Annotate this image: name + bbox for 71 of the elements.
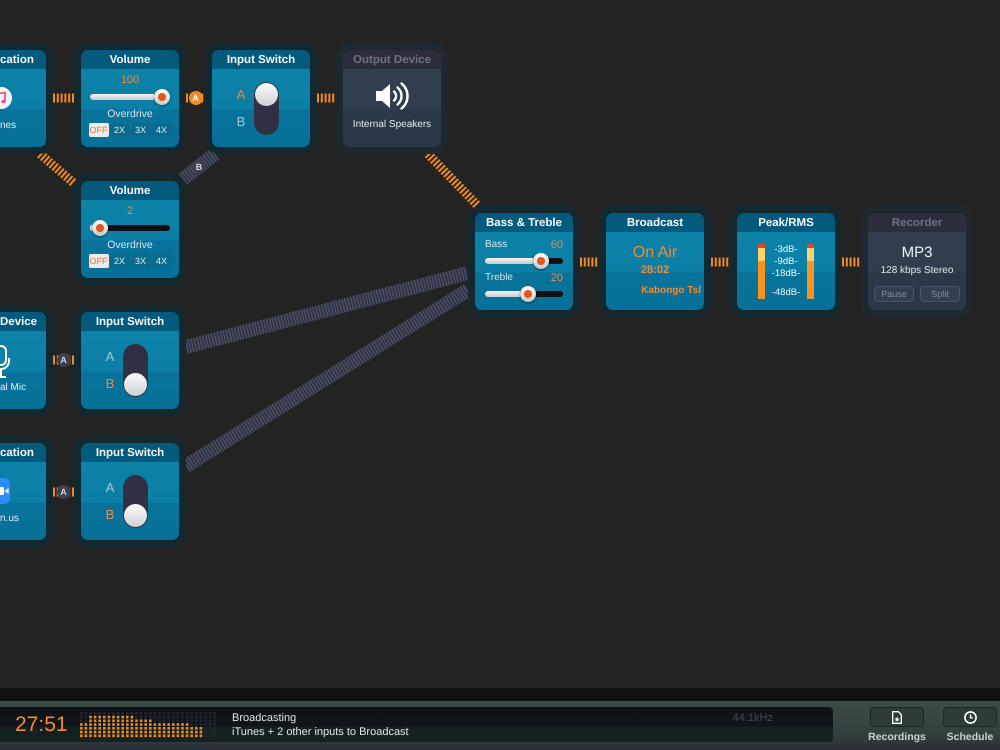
overdrive-option[interactable]: 2X bbox=[110, 254, 130, 268]
toolbar-button-label: Recordings bbox=[868, 731, 926, 743]
toggle-knob[interactable] bbox=[124, 504, 148, 526]
node-title: Input Switch bbox=[81, 443, 179, 462]
node-label: Internal Speakers bbox=[352, 119, 432, 131]
node-title: Input Switch bbox=[81, 312, 179, 331]
control-value: 60 bbox=[550, 239, 563, 251]
clock-icon bbox=[964, 710, 976, 724]
overdrive-option[interactable]: 3X bbox=[130, 254, 150, 268]
broadcast-time: 28:02 bbox=[640, 264, 670, 277]
input-badge: A bbox=[56, 353, 70, 367]
toolbar-button-label: Schedule bbox=[946, 731, 994, 743]
node-label: n.us bbox=[0, 513, 19, 525]
control-label: Treble bbox=[485, 272, 513, 284]
toggle-switch[interactable] bbox=[123, 344, 148, 396]
slider-thumb[interactable] bbox=[92, 220, 108, 236]
input-label: B bbox=[106, 508, 114, 521]
toggle-knob[interactable] bbox=[124, 372, 148, 396]
node-title: Device bbox=[0, 312, 46, 331]
node-title: Peak/RMS bbox=[737, 213, 835, 232]
toggle-switch[interactable] bbox=[123, 474, 148, 528]
node-title: Output Device bbox=[343, 50, 441, 69]
overdrive-option[interactable]: 4X bbox=[152, 254, 172, 268]
music-note-icon bbox=[0, 87, 12, 109]
scale-label: -18dB- bbox=[772, 268, 800, 280]
scale-label: -3dB- bbox=[774, 244, 798, 256]
toolbar-button[interactable] bbox=[943, 707, 997, 727]
toggle-knob[interactable] bbox=[255, 82, 278, 106]
node-title: cation bbox=[0, 50, 46, 69]
toolbar-button[interactable] bbox=[870, 707, 924, 727]
node-title: Volume bbox=[81, 181, 179, 200]
input-label: A bbox=[106, 350, 114, 363]
overdrive-label: Overdrive bbox=[107, 108, 153, 120]
overdrive-option[interactable]: 2X bbox=[110, 123, 130, 137]
node-title: Bass & Treble bbox=[475, 213, 573, 232]
overdrive-option[interactable]: 3X bbox=[130, 123, 150, 137]
input-label: B bbox=[236, 115, 246, 128]
input-label: B bbox=[106, 377, 114, 390]
control-value: 20 bbox=[550, 272, 563, 284]
recorder-detail: 128 kbps Stereo bbox=[880, 264, 954, 277]
speaker-icon bbox=[374, 81, 410, 111]
status-detail: iTunes + 2 other inputs to Broadcast bbox=[232, 724, 409, 738]
input-badge: A bbox=[188, 91, 202, 105]
scale-label: -48dB- bbox=[772, 287, 800, 299]
node-title: Input Switch bbox=[212, 50, 310, 69]
input-label: A bbox=[236, 88, 246, 101]
sample-rate: 44.1kHz bbox=[732, 711, 773, 725]
status-title: Broadcasting bbox=[232, 710, 298, 724]
node-title: Broadcast bbox=[606, 213, 704, 232]
recorder-format: MP3 bbox=[902, 244, 932, 262]
document-icon bbox=[892, 710, 902, 724]
volume-value: 100 bbox=[120, 74, 140, 87]
microphone-icon bbox=[0, 345, 10, 378]
input-badge: A bbox=[56, 485, 70, 499]
video-camera-icon bbox=[0, 478, 10, 504]
overdrive-option[interactable]: 4X bbox=[152, 123, 172, 137]
broadcast-name: Kabongo Tsl bbox=[641, 285, 702, 297]
node-label: nes bbox=[0, 120, 16, 132]
elapsed-time: 27:51 bbox=[14, 712, 69, 736]
node-title: Volume bbox=[81, 50, 179, 69]
toggle-switch[interactable] bbox=[254, 82, 280, 134]
control-label: Bass bbox=[485, 239, 508, 251]
node-title: cation bbox=[0, 443, 46, 462]
node-title: Recorder bbox=[868, 213, 966, 232]
input-label: A bbox=[106, 481, 114, 494]
volume-value: 2 bbox=[126, 205, 134, 218]
node-label: al Mic bbox=[0, 382, 26, 394]
overdrive-label: Overdrive bbox=[107, 239, 153, 251]
broadcast-status: On Air bbox=[632, 244, 678, 262]
slider-thumb[interactable] bbox=[154, 89, 170, 105]
scale-label: -9dB- bbox=[774, 256, 798, 268]
